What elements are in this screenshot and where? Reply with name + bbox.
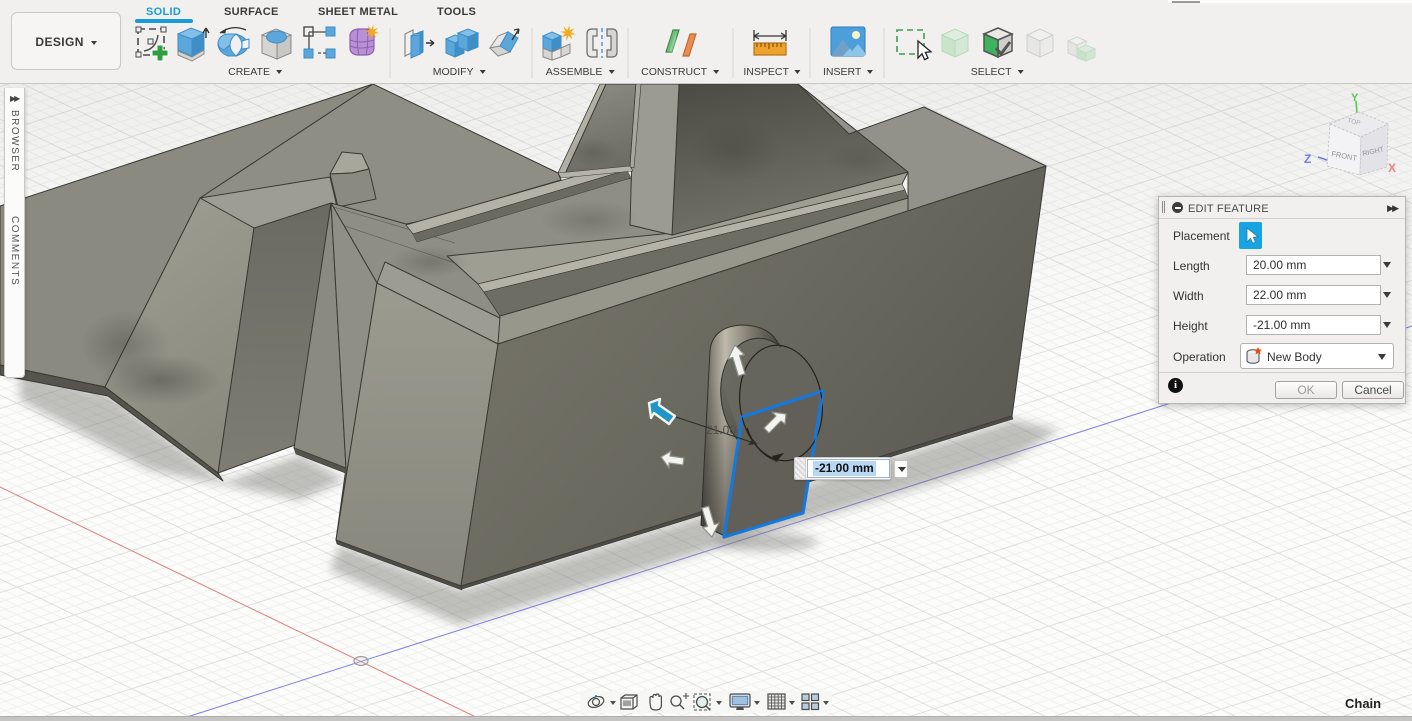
svg-text:X: X bbox=[1388, 161, 1396, 175]
svg-text:Z: Z bbox=[1304, 152, 1311, 166]
svg-text:21.00: 21.00 bbox=[706, 423, 736, 437]
svg-text:Y: Y bbox=[1351, 92, 1359, 104]
